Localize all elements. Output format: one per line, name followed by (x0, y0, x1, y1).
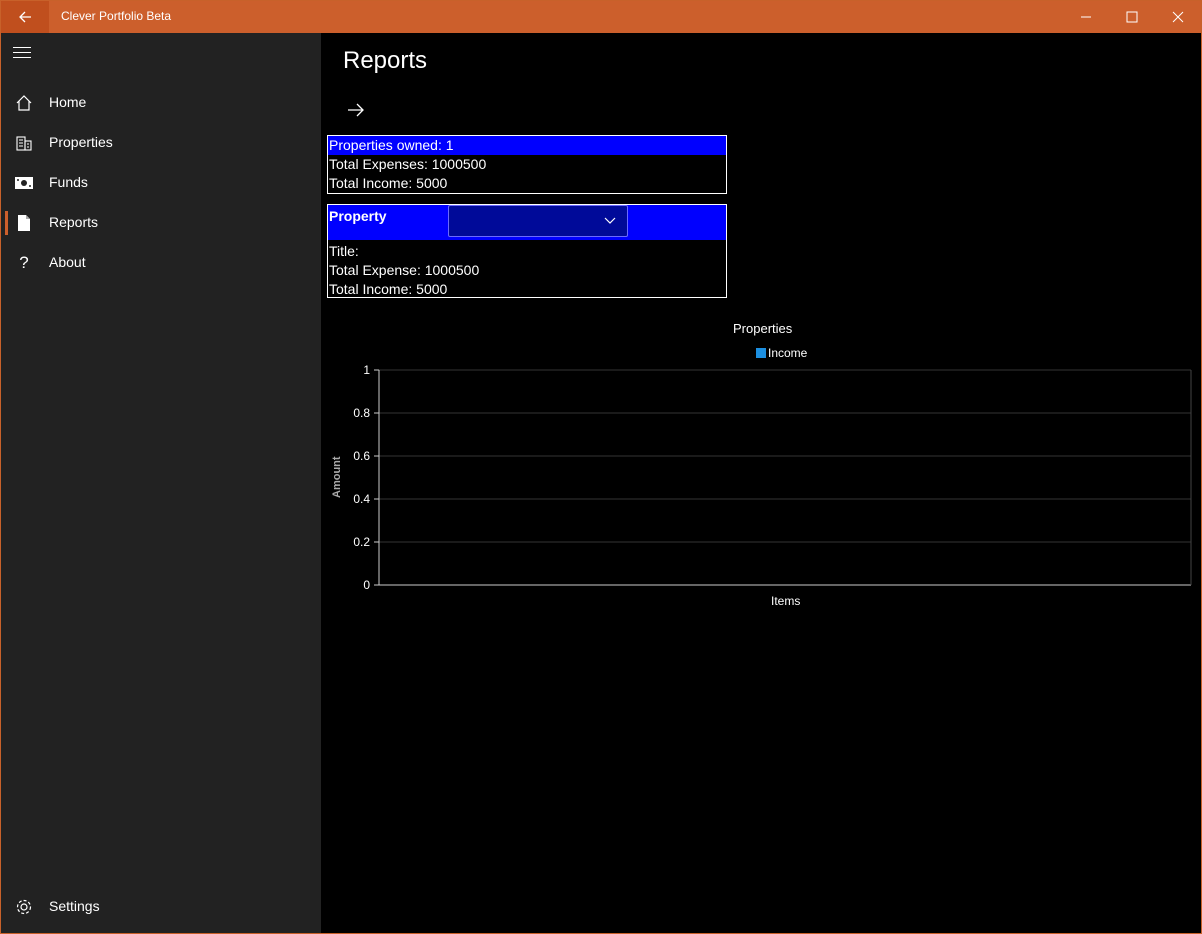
chart-plot: 0 0.2 0.4 0.6 0.8 1 (353, 363, 1192, 592)
nav-item-home[interactable]: Home (1, 83, 321, 123)
maximize-button[interactable] (1109, 1, 1155, 33)
window-title: Clever Portfolio Beta (61, 9, 172, 23)
money-icon (14, 173, 34, 193)
total-income: Total Income: 5000 (329, 175, 448, 191)
nav-item-properties[interactable]: Properties (1, 123, 321, 163)
forward-button[interactable] (343, 97, 369, 123)
nav-item-label: Reports (49, 214, 99, 230)
hamburger-menu-icon[interactable] (13, 47, 31, 61)
navigation-pane: Home Properties Funds Reports ? About Se… (1, 33, 321, 933)
property-total-income: Total Income: 5000 (329, 281, 448, 297)
title-bar: Clever Portfolio Beta (1, 1, 1201, 33)
y-tick-label: 0 (363, 578, 370, 592)
nav-item-label: About (49, 254, 86, 270)
close-icon (1172, 11, 1184, 23)
property-header: Property (328, 205, 726, 240)
property-label: Property (329, 208, 387, 224)
nav-item-about[interactable]: ? About (1, 243, 321, 283)
main-content: Reports Properties owned: 1 Total Expens… (321, 33, 1201, 933)
question-icon: ? (19, 253, 29, 272)
property-select[interactable] (448, 205, 628, 237)
home-icon (14, 93, 34, 113)
y-tick-label: 0.4 (353, 492, 370, 506)
portfolio-summary: Properties owned: 1 Total Expenses: 1000… (327, 135, 727, 194)
y-tick-label: 0.6 (353, 449, 370, 463)
nav-item-label: Properties (49, 134, 113, 150)
y-tick-label: 0.8 (353, 406, 370, 420)
gear-icon (14, 897, 34, 917)
properties-chart: Properties Income Amount Items 0 0.2 0.4 0.… (321, 313, 1201, 633)
total-expenses: Total Expenses: 1000500 (329, 156, 487, 172)
property-title: Title: (329, 243, 359, 259)
selection-indicator (5, 211, 8, 235)
forward-arrow-icon (348, 103, 364, 117)
y-tick-label: 0.2 (353, 535, 370, 549)
minimize-icon (1081, 16, 1091, 18)
building-icon (14, 133, 34, 153)
back-arrow-icon (19, 11, 31, 23)
nav-item-reports[interactable]: Reports (1, 203, 321, 243)
document-icon (14, 213, 34, 233)
nav-item-label: Settings (49, 898, 100, 914)
back-button[interactable] (1, 1, 49, 33)
page-title: Reports (343, 47, 428, 74)
nav-item-label: Home (49, 94, 87, 110)
app-window: Clever Portfolio Beta Home Properties Fu… (0, 0, 1202, 934)
maximize-icon (1126, 11, 1138, 23)
minimize-button[interactable] (1063, 1, 1109, 33)
y-tick-label: 1 (363, 363, 370, 377)
property-total-expense: Total Expense: 1000500 (329, 262, 480, 278)
nav-item-label: Funds (49, 174, 88, 190)
chevron-down-icon (604, 217, 616, 224)
close-button[interactable] (1155, 1, 1201, 33)
nav-item-funds[interactable]: Funds (1, 163, 321, 203)
property-details: Property Title: Total Expense: 1000500 T… (327, 204, 727, 298)
nav-item-settings[interactable]: Settings (1, 887, 321, 927)
properties-owned: Properties owned: 1 (328, 136, 726, 155)
